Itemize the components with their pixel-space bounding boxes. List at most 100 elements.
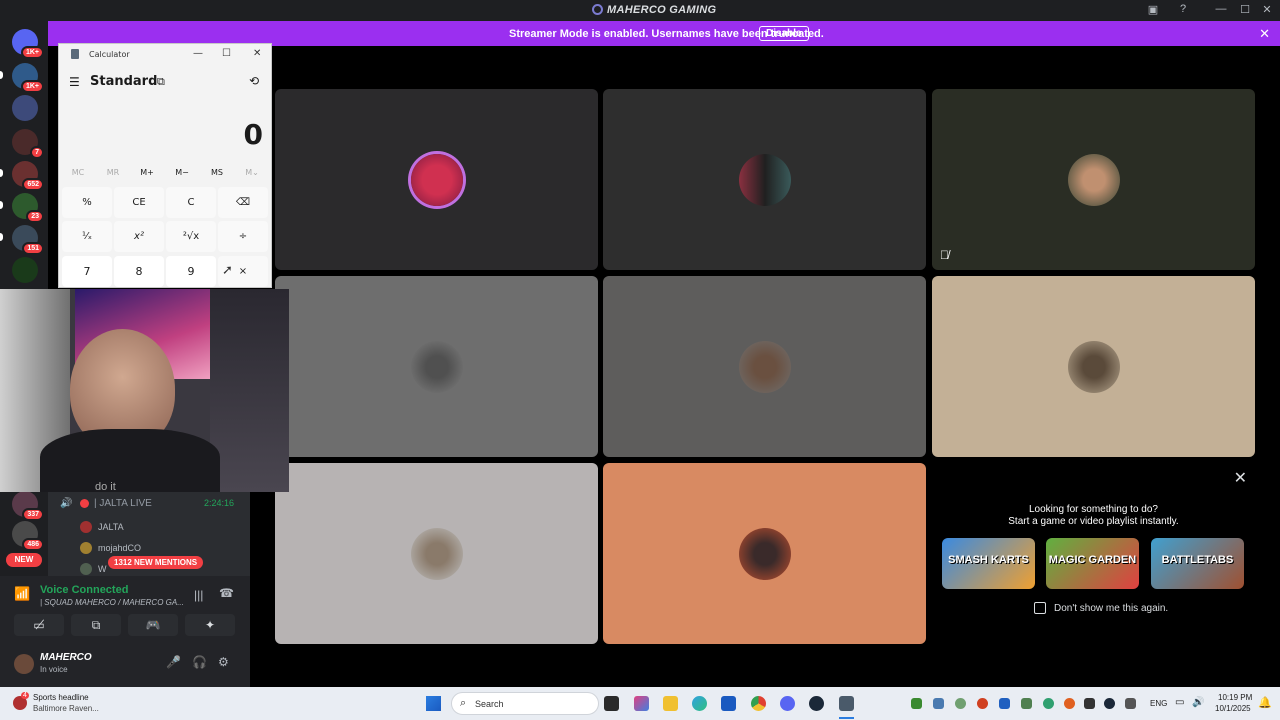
square-root-key[interactable]: ²√x — [166, 221, 216, 252]
tray-icon[interactable] — [1084, 698, 1095, 709]
tray-icon[interactable] — [955, 698, 966, 709]
settings-gear-icon[interactable]: ⚙ — [218, 655, 229, 669]
headphones-icon[interactable]: 🎧 — [192, 655, 207, 669]
memory-add-button[interactable]: M+ — [132, 168, 162, 177]
maximize-button[interactable]: ☐ — [222, 48, 231, 59]
backspace-key[interactable]: ⌫ — [218, 187, 268, 218]
username[interactable]: MAHERCO — [40, 652, 92, 663]
divide-key[interactable]: ÷ — [218, 221, 268, 252]
signal-icon[interactable]: 📶 — [14, 586, 30, 602]
task-view-icon[interactable] — [604, 696, 619, 711]
history-icon[interactable]: ⟲ — [249, 74, 259, 88]
edge-browser-icon[interactable] — [692, 696, 707, 711]
new-mentions-badge[interactable]: 1312 NEW MENTIONS — [108, 556, 204, 569]
close-button[interactable]: ✕ — [253, 48, 261, 59]
participant-tile[interactable] — [603, 463, 926, 644]
new-server-badge[interactable]: NEW — [6, 553, 42, 567]
copilot-icon[interactable] — [634, 696, 649, 711]
participant-tile[interactable] — [275, 276, 598, 457]
participant-tile[interactable]: 🎙̸ — [932, 89, 1255, 270]
tray-icon[interactable] — [977, 698, 988, 709]
hamburger-menu-icon[interactable]: ☰ — [69, 75, 80, 89]
participant-tile[interactable] — [275, 89, 598, 270]
server-icon[interactable]: 7 — [12, 129, 44, 159]
close-icon[interactable]: ✕ — [1234, 468, 1247, 488]
memory-store-button[interactable]: MS — [202, 168, 232, 177]
disable-streamer-mode-button[interactable]: Disable — [759, 26, 809, 41]
tray-icon[interactable] — [911, 698, 922, 709]
windows-start-icon[interactable] — [426, 696, 441, 711]
notification-icon[interactable]: 🔔 — [1258, 696, 1272, 709]
participant-tile[interactable] — [603, 89, 926, 270]
news-headline[interactable]: Sports headline — [33, 693, 89, 702]
participant-tile[interactable] — [275, 463, 598, 644]
digit-7-key[interactable]: 7 — [62, 256, 112, 287]
server-icon[interactable]: 151 — [12, 225, 44, 255]
discord-icon[interactable] — [780, 696, 795, 711]
server-icon[interactable]: 486 — [12, 521, 44, 551]
volume-icon[interactable]: 🔊 — [1192, 697, 1204, 708]
close-button[interactable]: ✕ — [1256, 3, 1278, 16]
calculator-taskbar-icon[interactable] — [839, 696, 854, 711]
disconnect-icon[interactable]: ☎ — [219, 586, 234, 600]
clock-time[interactable]: 10:19 PM — [1218, 693, 1252, 702]
steam-tray-icon[interactable] — [1104, 698, 1115, 709]
tray-icon[interactable] — [933, 698, 944, 709]
activities-button[interactable]: 🎮 — [128, 614, 178, 636]
camera-off-button[interactable]: ▭̸ — [14, 614, 64, 636]
steam-icon[interactable] — [809, 696, 824, 711]
bluetooth-icon[interactable] — [999, 698, 1010, 709]
background-shelf — [210, 289, 289, 492]
clock-date[interactable]: 10/1/2025 — [1215, 704, 1251, 713]
network-icon[interactable]: ▭ — [1175, 697, 1184, 708]
tray-icon[interactable] — [1043, 698, 1054, 709]
taskbar-search[interactable]: ⌕ Search — [451, 692, 599, 715]
noise-suppression-icon[interactable]: ||| — [194, 588, 203, 602]
inbox-icon[interactable]: ▣ — [1142, 3, 1164, 16]
direct-messages-icon[interactable]: 1K+ — [12, 29, 44, 59]
digit-9-key[interactable]: 9 — [166, 256, 216, 287]
game-card[interactable]: BATTLETABS — [1151, 538, 1244, 589]
memory-list-button[interactable]: M⌄ — [237, 168, 267, 177]
participant-tile[interactable] — [603, 276, 926, 457]
help-icon[interactable]: ? — [1172, 3, 1194, 15]
participant-tile[interactable] — [932, 276, 1255, 457]
file-explorer-icon[interactable] — [663, 696, 678, 711]
memory-recall-button[interactable]: MR — [98, 168, 128, 177]
memory-subtract-button[interactable]: M− — [167, 168, 197, 177]
reciprocal-key[interactable]: ¹⁄ₓ — [62, 221, 112, 252]
digit-8-key[interactable]: 8 — [114, 256, 164, 287]
server-icon[interactable] — [12, 257, 38, 283]
minimize-button[interactable]: — — [1210, 3, 1232, 15]
game-card[interactable]: MAGIC GARDEN — [1046, 538, 1139, 589]
percent-key[interactable]: % — [62, 187, 112, 218]
voice-status-label[interactable]: Voice Connected — [40, 584, 128, 596]
game-card[interactable]: SMASH KARTS — [942, 538, 1035, 589]
screen-share-button[interactable]: ⧉ — [71, 614, 121, 636]
keep-on-top-icon[interactable]: ⧉ — [157, 75, 165, 89]
close-icon[interactable]: ✕ — [1259, 26, 1270, 42]
square-key[interactable]: x² — [114, 221, 164, 252]
soundboard-button[interactable]: ✦ — [185, 614, 235, 636]
server-icon[interactable]: 337 — [12, 491, 44, 521]
server-icon[interactable] — [12, 95, 38, 121]
server-icon[interactable]: 1K+ — [12, 63, 44, 93]
news-badge: 4 — [21, 692, 29, 699]
maximize-button[interactable]: ☐ — [1234, 3, 1256, 16]
avatar[interactable] — [14, 654, 34, 674]
server-icon[interactable]: 652 — [12, 161, 44, 191]
tray-icon[interactable] — [1064, 698, 1075, 709]
minimize-button[interactable]: — — [193, 48, 203, 59]
microphone-tray-icon[interactable] — [1125, 698, 1136, 709]
clear-entry-key[interactable]: CE — [114, 187, 164, 218]
memory-clear-button[interactable]: MC — [63, 168, 93, 177]
tray-icon[interactable] — [1021, 698, 1032, 709]
store-icon[interactable] — [721, 696, 736, 711]
clear-key[interactable]: C — [166, 187, 216, 218]
server-icon[interactable]: 23 — [12, 193, 44, 223]
voice-channel-path[interactable]: | SQUAD MAHERCO / MAHERCO GA... — [40, 598, 184, 607]
language-indicator[interactable]: ENG — [1150, 699, 1167, 708]
dont-show-checkbox[interactable] — [1034, 602, 1046, 614]
microphone-icon[interactable]: 🎤 — [166, 655, 181, 669]
chrome-icon[interactable] — [751, 696, 766, 711]
